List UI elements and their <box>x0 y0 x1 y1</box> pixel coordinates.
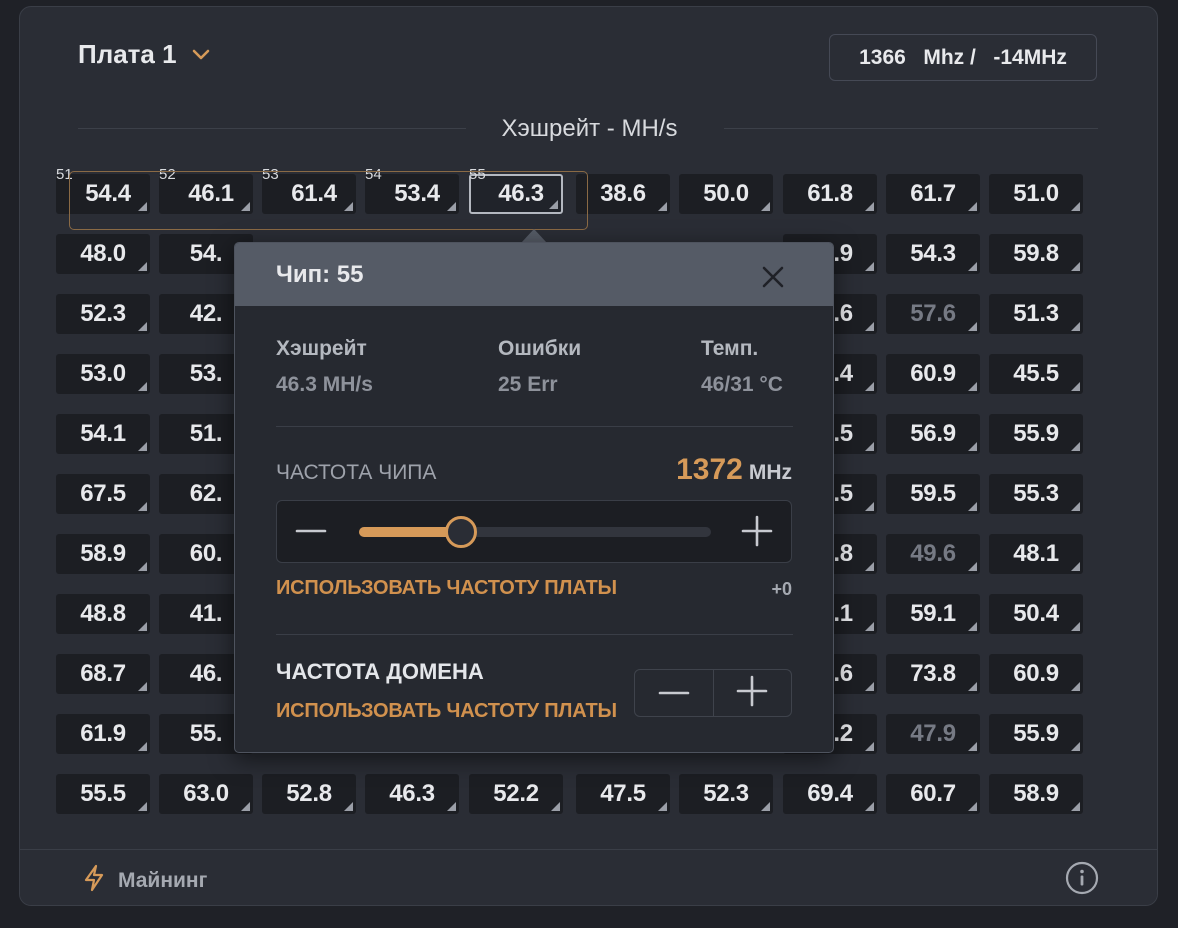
board-frequency-value: 1366 <box>859 45 906 69</box>
chip-number-label: 55 <box>469 166 486 183</box>
chevron-down-icon <box>191 48 211 62</box>
hashrate-cell[interactable]: 50.4 <box>989 594 1083 634</box>
mining-label: Майнинг <box>118 868 208 892</box>
stat-errors-label: Ошибки <box>498 337 582 360</box>
close-icon[interactable] <box>761 265 785 294</box>
hashrate-cell[interactable]: 38.6 <box>576 174 670 214</box>
stat-hashrate-value: 46.3 MH/s <box>276 373 373 396</box>
hashrate-cell[interactable]: 61.7 <box>886 174 980 214</box>
chip-popup: Чип: 55 Хэшрейт 46.3 MH/s Ошибки 25 Err … <box>234 242 834 753</box>
stat-errors-value: 25 Err <box>498 373 558 396</box>
slider-thumb[interactable] <box>445 516 478 548</box>
hashrate-cell[interactable]: 61.9 <box>56 714 150 754</box>
info-icon[interactable] <box>1065 861 1099 900</box>
minus-icon[interactable] <box>295 517 327 550</box>
hashrate-cell[interactable]: 60.9 <box>989 654 1083 694</box>
chip-number-label: 53 <box>262 166 279 183</box>
hashrate-cell[interactable]: 67.5 <box>56 474 150 514</box>
board-title: Плата 1 <box>78 39 177 69</box>
popup-divider <box>276 634 793 635</box>
use-board-frequency-link[interactable]: ИСПОЛЬЗОВАТЬ ЧАСТОТУ ПЛАТЫ <box>276 577 617 600</box>
hashrate-cell[interactable]: 52.3 <box>679 774 773 814</box>
stat-temperature: Темп. 46/31 °C <box>701 337 783 397</box>
hashrate-cell[interactable]: 54.1 <box>56 414 150 454</box>
hashrate-cell[interactable]: 59.8 <box>989 234 1083 274</box>
hashrate-cell[interactable]: 59.1 <box>886 594 980 634</box>
hashrate-cell[interactable]: 49.6 <box>886 534 980 574</box>
chip-number-label: 52 <box>159 166 176 183</box>
hashrate-cell[interactable]: 54.3 <box>886 234 980 274</box>
stat-hashrate: Хэшрейт 46.3 MH/s <box>276 337 373 397</box>
section-title: Хэшрейт - MH/s <box>501 115 678 142</box>
hashrate-cell[interactable]: 48.8 <box>56 594 150 634</box>
hashrate-cell[interactable]: 59.5 <box>886 474 980 514</box>
stat-hashrate-label: Хэшрейт <box>276 337 367 360</box>
hashrate-cell[interactable]: 51.3 <box>989 294 1083 334</box>
stat-temperature-value: 46/31 °C <box>701 373 783 396</box>
hashrate-cell[interactable]: 48.0 <box>56 234 150 274</box>
plus-icon[interactable] <box>741 515 773 552</box>
chip-number-label: 54 <box>365 166 382 183</box>
popup-arrow <box>521 229 547 243</box>
lightning-icon <box>82 864 106 897</box>
chip-frequency-value: 1372 <box>676 453 743 486</box>
hashrate-cell[interactable]: 58.9 <box>56 534 150 574</box>
plus-icon <box>736 675 768 712</box>
hashrate-cell[interactable]: 46.3 <box>365 774 459 814</box>
slider-track[interactable] <box>359 516 711 548</box>
chip-number-label: 51 <box>56 166 73 183</box>
hashrate-cell[interactable]: 47.9 <box>886 714 980 754</box>
hashrate-cell[interactable]: 69.4 <box>783 774 877 814</box>
board-frequency-box: 1366 Mhz / -14MHz <box>829 34 1097 81</box>
board-frequency-unit: Mhz / <box>923 45 976 69</box>
stat-errors: Ошибки 25 Err <box>498 337 581 397</box>
hashrate-cell[interactable]: 50.0 <box>679 174 773 214</box>
domain-frequency-stepper <box>634 669 792 717</box>
hashrate-cell[interactable]: 55.3 <box>989 474 1083 514</box>
chip-frequency-unit: MHz <box>748 461 792 484</box>
chip-frequency-slider <box>276 500 792 563</box>
hashrate-cell[interactable]: 56.9 <box>886 414 980 454</box>
domain-frequency-label: ЧАСТОТА ДОМЕНА <box>276 659 484 684</box>
chip-frequency-label: ЧАСТОТА ЧИПА <box>276 461 437 484</box>
hashrate-cell[interactable]: 48.1 <box>989 534 1083 574</box>
hashrate-cell[interactable]: 51.0 <box>989 174 1083 214</box>
hashrate-cell[interactable]: 68.7 <box>56 654 150 694</box>
hashrate-cell[interactable]: 63.0 <box>159 774 253 814</box>
hashrate-cell[interactable]: 53.0 <box>56 354 150 394</box>
mining-status[interactable]: Майнинг <box>82 864 207 897</box>
board-frequency-offset: -14MHz <box>993 45 1067 69</box>
domain-decrease-button[interactable] <box>635 670 713 716</box>
frequency-offset: +0 <box>771 579 792 599</box>
popup-divider <box>276 426 793 427</box>
popup-title: Чип: 55 <box>276 261 364 288</box>
hashrate-cell[interactable]: 52.3 <box>56 294 150 334</box>
popup-header: Чип: 55 <box>235 243 833 306</box>
domain-increase-button[interactable] <box>712 670 792 716</box>
hashrate-cell[interactable]: 57.6 <box>886 294 980 334</box>
hashrate-cell[interactable]: 55.9 <box>989 414 1083 454</box>
hashrate-cell[interactable]: 52.2 <box>469 774 563 814</box>
footer-bar: Майнинг <box>20 849 1157 905</box>
hashrate-cell[interactable]: 55.5 <box>56 774 150 814</box>
hashrate-cell[interactable]: 73.8 <box>886 654 980 694</box>
minus-icon <box>658 684 690 702</box>
board-selector[interactable]: Плата 1 <box>78 39 211 70</box>
hashrate-cell[interactable]: 60.9 <box>886 354 980 394</box>
hashrate-cell[interactable]: 61.8 <box>783 174 877 214</box>
hashrate-cell[interactable]: 58.9 <box>989 774 1083 814</box>
hashrate-cell[interactable]: 60.7 <box>886 774 980 814</box>
stat-temperature-label: Темп. <box>701 337 759 360</box>
hashrate-cell[interactable]: 47.5 <box>576 774 670 814</box>
hashrate-cell[interactable]: 45.5 <box>989 354 1083 394</box>
domain-use-board-frequency-link[interactable]: ИСПОЛЬЗОВАТЬ ЧАСТОТУ ПЛАТЫ <box>276 700 617 723</box>
chip-frequency-readout: 1372 MHz <box>676 453 792 487</box>
hashrate-cell[interactable]: 55.9 <box>989 714 1083 754</box>
hashrate-cell[interactable]: 52.8 <box>262 774 356 814</box>
